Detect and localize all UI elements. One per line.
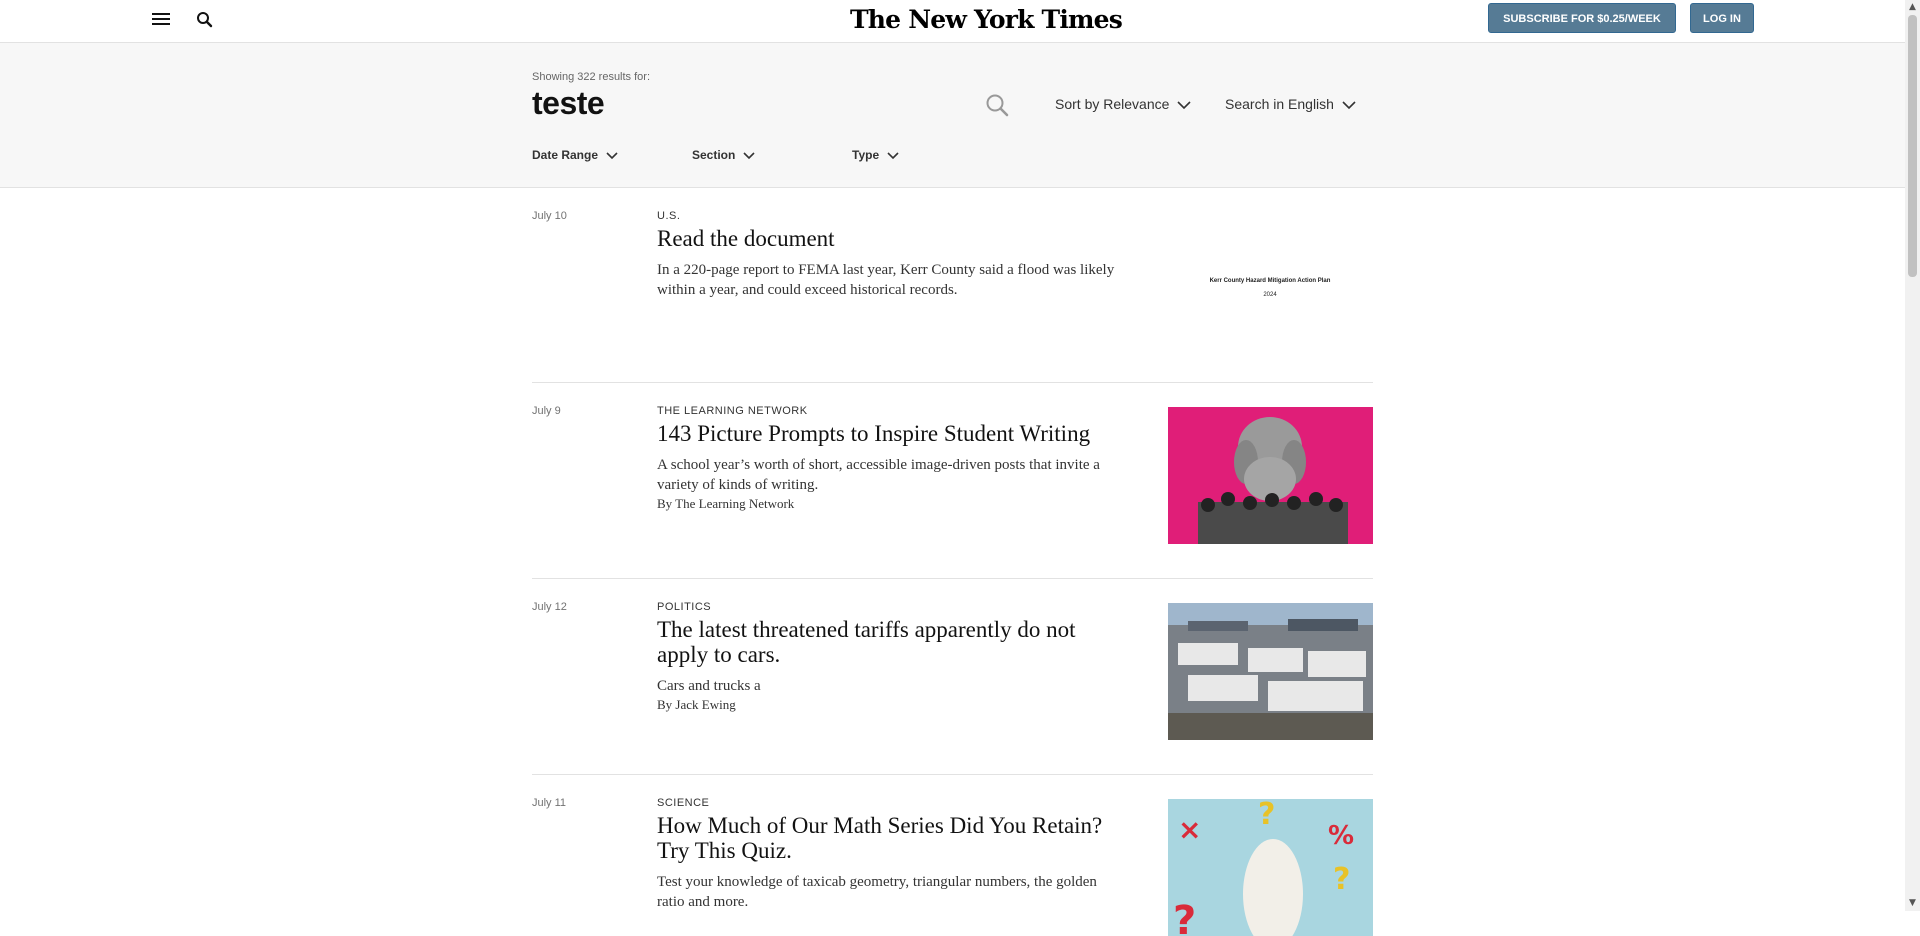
svg-text:×: × [1178,813,1201,846]
site-header: The New York Times SUBSCRIBE FOR $0.25/W… [0,0,1905,43]
chevron-down-icon [606,149,618,163]
svg-text:?: ? [1258,799,1275,832]
sort-dropdown-label: Sort by Relevance [1055,96,1170,112]
type-label: Type [852,148,880,162]
result-date: July 10 [532,210,567,222]
scroll-up-arrow-icon[interactable]: ▲ [1905,0,1920,15]
date-range-label: Date Range [532,148,599,162]
search-result: July 12 POLITICS The latest threatened t… [532,578,1373,775]
document-cover-title: Kerr County Hazard Mitigation Action Pla… [1210,278,1331,284]
chevron-down-icon [1177,97,1191,113]
result-thumbnail[interactable]: Kerr County Hazard Mitigation Action Pla… [1168,212,1373,349]
search-result: July 11 SCIENCE How Much of Our Math Ser… [532,774,1373,936]
svg-text:%: % [1328,821,1354,851]
result-title[interactable]: How Much of Our Math Series Did You Reta… [657,813,1127,863]
search-icon[interactable] [196,11,214,29]
svg-text:?: ? [1333,862,1350,897]
result-thumbnail[interactable]: × ? % ? ? [1168,799,1373,936]
poodle-photo [1168,407,1373,544]
menu-icon[interactable] [152,11,170,29]
section-label: Section [692,148,736,162]
result-summary: Test your knowledge of taxicab geometry,… [657,874,1097,910]
result-date: July 12 [532,601,567,613]
result-thumbnail[interactable] [1168,407,1373,544]
result-summary: A school year’s worth of short, accessib… [657,457,1100,493]
car-lot-photo [1168,603,1373,740]
section-filter[interactable]: Section [692,148,755,163]
date-range-filter[interactable]: Date Range [532,148,618,163]
chevron-down-icon [1342,97,1356,113]
chevron-down-icon [743,149,755,163]
result-byline: By Jack Ewing [657,697,736,712]
result-section[interactable]: U.S. [657,210,680,222]
sort-dropdown[interactable]: Sort by Relevance [1055,96,1191,113]
scrollbar-thumb[interactable] [1908,15,1917,277]
language-dropdown[interactable]: Search in English [1225,96,1356,113]
chevron-down-icon [887,149,899,163]
document-cover-year: 2024 [1263,292,1277,298]
result-title[interactable]: 143 Picture Prompts to Inspire Student W… [657,421,1137,446]
search-submit-icon[interactable] [985,93,1011,119]
result-section[interactable]: POLITICS [657,601,711,613]
result-section[interactable]: SCIENCE [657,797,709,809]
subscribe-button[interactable]: SUBSCRIBE FOR $0.25/WEEK [1488,3,1676,33]
search-header-panel: Showing 322 results for: teste Sort by R… [0,43,1905,188]
svg-text:?: ? [1173,898,1196,936]
result-thumbnail[interactable] [1168,603,1373,740]
result-summary: Cars and trucks a [657,678,761,694]
scroll-down-arrow-icon[interactable]: ▼ [1905,896,1920,911]
math-quiz-photo: × ? % ? ? [1168,799,1373,936]
login-button[interactable]: LOG IN [1690,3,1754,33]
page-scrollbar[interactable]: ▲ ▼ [1905,0,1920,911]
search-result: July 10 U.S. Read the document In a 220-… [532,187,1373,383]
result-byline: By The Learning Network [657,496,795,511]
nyt-logo[interactable]: The New York Times [850,5,1123,35]
results-count-text: Showing 322 results for: [532,71,651,83]
result-section[interactable]: THE LEARNING NETWORK [657,405,808,417]
type-filter[interactable]: Type [852,148,899,163]
result-date: July 9 [532,405,561,417]
search-query-heading: teste [532,85,605,121]
search-result: July 9 THE LEARNING NETWORK 143 Picture … [532,382,1373,579]
result-date: July 11 [532,797,567,809]
language-dropdown-label: Search in English [1225,96,1334,112]
result-title[interactable]: The latest threatened tariffs apparently… [657,617,1127,667]
result-title[interactable]: Read the document [657,226,1127,251]
result-summary: In a 220-page report to FEMA last year, … [657,262,1115,298]
